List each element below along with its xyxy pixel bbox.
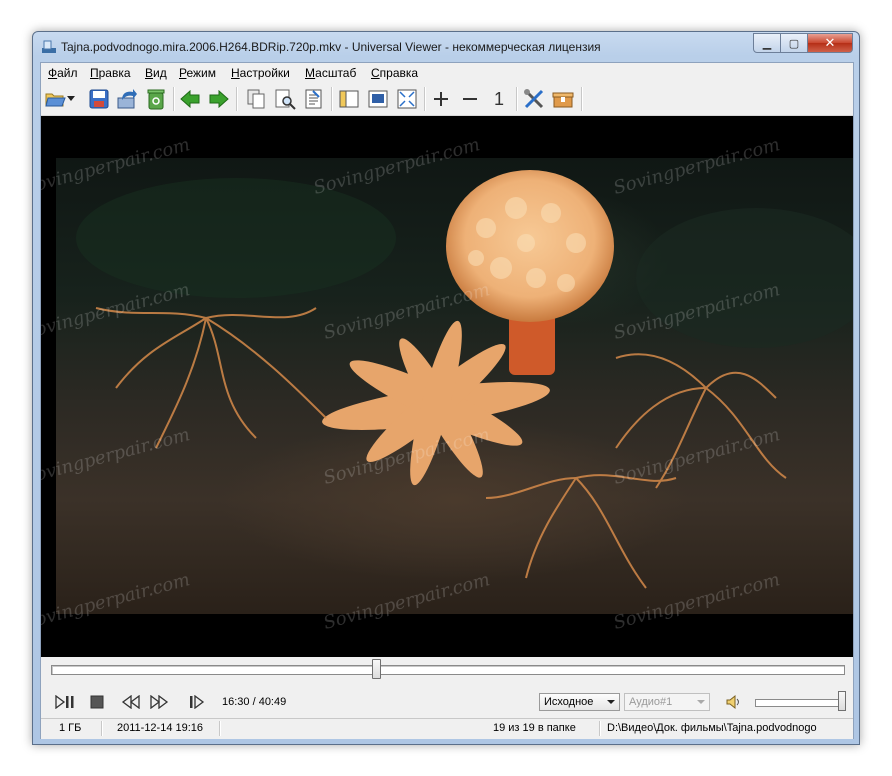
app-icon	[42, 40, 56, 53]
stop-icon[interactable]	[87, 694, 107, 710]
time-display: 16:30 / 40:49	[222, 696, 287, 708]
window-title: Tajna.podvodnogo.mira.2006.H264.BDRip.72…	[61, 40, 601, 54]
menu-help[interactable]: Справка	[371, 66, 418, 80]
find-icon[interactable]	[273, 87, 297, 111]
toolbar: 1	[41, 83, 853, 116]
fast-forward-icon[interactable]	[149, 694, 169, 710]
status-datetime: 2011-12-14 19:16	[117, 722, 204, 734]
client-area: Файл Правка Вид Режим Настройки Масштаб …	[40, 62, 854, 739]
chevron-down-icon	[697, 700, 705, 704]
status-folder-count: 19 из 19 в папке	[493, 722, 576, 734]
menu-bar: Файл Правка Вид Режим Настройки Масштаб …	[41, 63, 853, 83]
app-window: Tajna.podvodnogo.mira.2006.H264.BDRip.72…	[32, 31, 860, 745]
fullscreen-window-icon[interactable]	[366, 87, 390, 111]
actual-size-icon[interactable]: 1	[487, 87, 511, 111]
close-button[interactable]: ✕	[807, 33, 853, 53]
seek-thumb[interactable]	[371, 659, 381, 679]
copy-icon[interactable]	[244, 87, 268, 111]
panel-icon[interactable]	[337, 87, 361, 111]
recycle-icon[interactable]	[144, 87, 168, 111]
mode-select[interactable]: Исходное	[539, 693, 620, 711]
status-bar: 1 ГБ 2011-12-14 19:16 19 из 19 в папке D…	[41, 718, 853, 739]
menu-view[interactable]: Вид	[145, 66, 167, 80]
maximize-button[interactable]: ▢	[780, 33, 808, 53]
title-bar[interactable]: Tajna.podvodnogo.mira.2006.H264.BDRip.72…	[33, 32, 859, 62]
text-mode-icon[interactable]	[302, 87, 326, 111]
video-frame	[56, 158, 853, 614]
zoom-out-icon[interactable]	[458, 87, 482, 111]
rewind-icon[interactable]	[121, 694, 141, 710]
menu-settings[interactable]: Настройки	[231, 66, 290, 80]
underwater-scene	[76, 170, 853, 589]
audio-track-select[interactable]: Аудио#1	[624, 693, 710, 711]
export-icon[interactable]	[115, 87, 139, 111]
fit-icon[interactable]	[395, 87, 419, 111]
seek-bar-area	[41, 657, 853, 687]
player-controls: 16:30 / 40:49 Исходное Аудио#1	[41, 687, 853, 717]
menu-edit[interactable]: Правка	[90, 66, 131, 80]
volume-thumb[interactable]	[838, 691, 847, 711]
play-pause-icon[interactable]	[55, 694, 75, 710]
status-file-size: 1 ГБ	[59, 722, 82, 734]
dropdown-arrow-icon[interactable]	[65, 87, 77, 111]
video-viewer[interactable]: Sovingperpair.com Sovingperpair.com Sovi…	[41, 116, 853, 657]
tools-icon[interactable]	[522, 87, 546, 111]
minimize-button[interactable]: ▁	[753, 33, 781, 53]
back-arrow-icon[interactable]	[178, 87, 202, 111]
status-file-path: D:\Видео\Док. фильмы\Tajna.podvodnogo	[607, 722, 817, 734]
menu-scale[interactable]: Масштаб	[305, 66, 356, 80]
volume-track[interactable]	[755, 699, 845, 707]
menu-mode[interactable]: Режим	[179, 66, 216, 80]
menu-file[interactable]: Файл	[48, 66, 78, 80]
chevron-down-icon	[607, 700, 615, 704]
forward-arrow-icon[interactable]	[207, 87, 231, 111]
plugin-box-icon[interactable]	[551, 87, 575, 111]
open-folder-icon[interactable]	[43, 87, 67, 111]
next-frame-icon[interactable]	[187, 694, 207, 710]
zoom-in-icon[interactable]	[429, 87, 453, 111]
save-icon[interactable]	[87, 87, 111, 111]
speaker-icon[interactable]	[723, 694, 743, 710]
seek-track[interactable]	[51, 665, 845, 675]
